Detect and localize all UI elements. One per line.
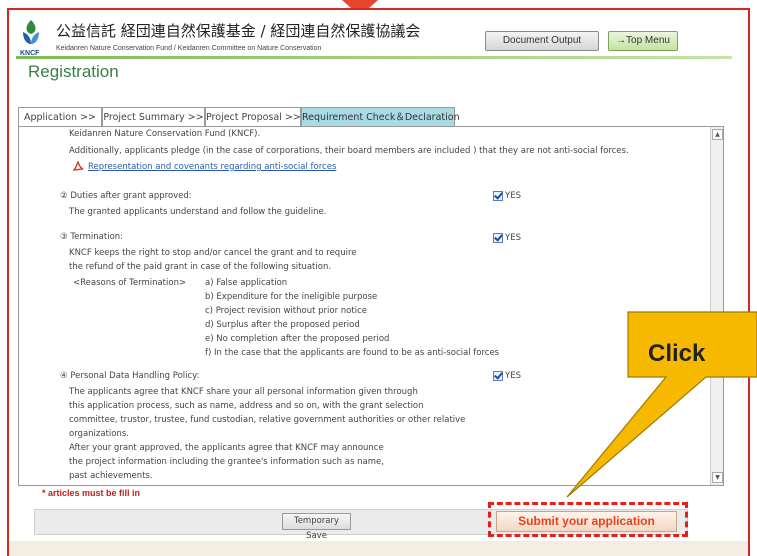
org-title-japanese: 公益信託 経団連自然保護基金 / 経団連自然保護協議会 <box>56 22 421 40</box>
reasons-label: <Reasons of Termination> <box>73 278 187 288</box>
termination-yes-label: YES <box>505 233 521 243</box>
callout-text: Click <box>648 340 706 367</box>
document-output-button[interactable]: Document Output <box>485 31 599 51</box>
section4-line: organizations. <box>69 429 129 439</box>
bottom-strip <box>9 541 748 556</box>
section3-heading: ③ Termination: <box>60 232 124 242</box>
personal-data-yes-label: YES <box>505 371 521 381</box>
duties-yes-label: YES <box>505 191 521 201</box>
required-fields-note: * articles must be fill in <box>42 488 141 498</box>
reason-item: a) False application <box>205 278 288 288</box>
reason-item: d) Surplus after the proposed period <box>205 320 360 330</box>
section4-line: After your grant approved, the applicant… <box>69 443 384 453</box>
tab-requirement-check[interactable]: Requirement Check＆Declaration <box>301 107 460 127</box>
section1-line1: Keidanren Nature Conservation Fund (KNCF… <box>69 129 261 139</box>
temporary-save-button[interactable]: Temporary Save <box>282 513 351 541</box>
termination-checkbox[interactable] <box>493 233 503 243</box>
reason-item: b) Expenditure for the ineligible purpos… <box>205 292 378 302</box>
section2-line1: The granted applicants understand and fo… <box>69 207 327 217</box>
kncf-logo-icon <box>23 20 39 44</box>
scroll-down-icon[interactable]: ▼ <box>712 472 723 483</box>
vertical-scrollbar[interactable]: ▲ ▼ <box>710 127 723 485</box>
section4-line: the project information including the gr… <box>69 457 384 467</box>
reason-item: e) No completion after the proposed peri… <box>205 334 390 344</box>
section4-heading: ④ Personal Data Handling Policy: <box>60 371 200 381</box>
requirements-panel[interactable]: Keidanren Nature Conservation Fund (KNCF… <box>18 126 724 486</box>
duties-checkbox[interactable] <box>493 191 503 201</box>
section1-line2: Additionally, applicants pledge (in the … <box>69 146 629 156</box>
page-title: Registration <box>28 62 119 81</box>
pdf-icon <box>73 161 84 171</box>
tab-project-proposal[interactable]: Project Proposal >> <box>205 107 301 127</box>
section4-line: committee, trustor, trustee, fund custod… <box>69 415 466 425</box>
section4-line: past achievements. <box>69 471 153 481</box>
header: KNCF 公益信託 経団連自然保護基金 / 経団連自然保護協議会 Keidanr… <box>18 18 730 58</box>
reason-item: f) In the case that the applicants are f… <box>205 348 500 358</box>
personal-data-checkbox[interactable] <box>493 371 503 381</box>
tab-project-summary[interactable]: Project Summary >> <box>102 107 205 127</box>
tab-application[interactable]: Application >> <box>18 107 102 127</box>
anti-social-forces-link[interactable]: Representation and covenants regarding a… <box>88 162 336 172</box>
section2-heading: ② Duties after grant approved: <box>60 191 192 201</box>
section4-line: The applicants agree that KNCF share you… <box>69 387 418 397</box>
top-menu-button[interactable]: →Top Menu <box>608 31 678 51</box>
section4-line: this application process, such as name, … <box>69 401 424 411</box>
scroll-up-icon[interactable]: ▲ <box>712 129 723 140</box>
section3-line1: KNCF keeps the right to stop and/or canc… <box>69 248 357 258</box>
submit-application-button[interactable]: Submit your application <box>496 511 677 532</box>
section3-line2: the refund of the paid grant in case of … <box>69 262 332 272</box>
header-divider <box>16 56 732 59</box>
org-title-english: Keidanren Nature Conservation Fund / Kei… <box>56 45 322 52</box>
reason-item: c) Project revision without prior notice <box>205 306 367 316</box>
